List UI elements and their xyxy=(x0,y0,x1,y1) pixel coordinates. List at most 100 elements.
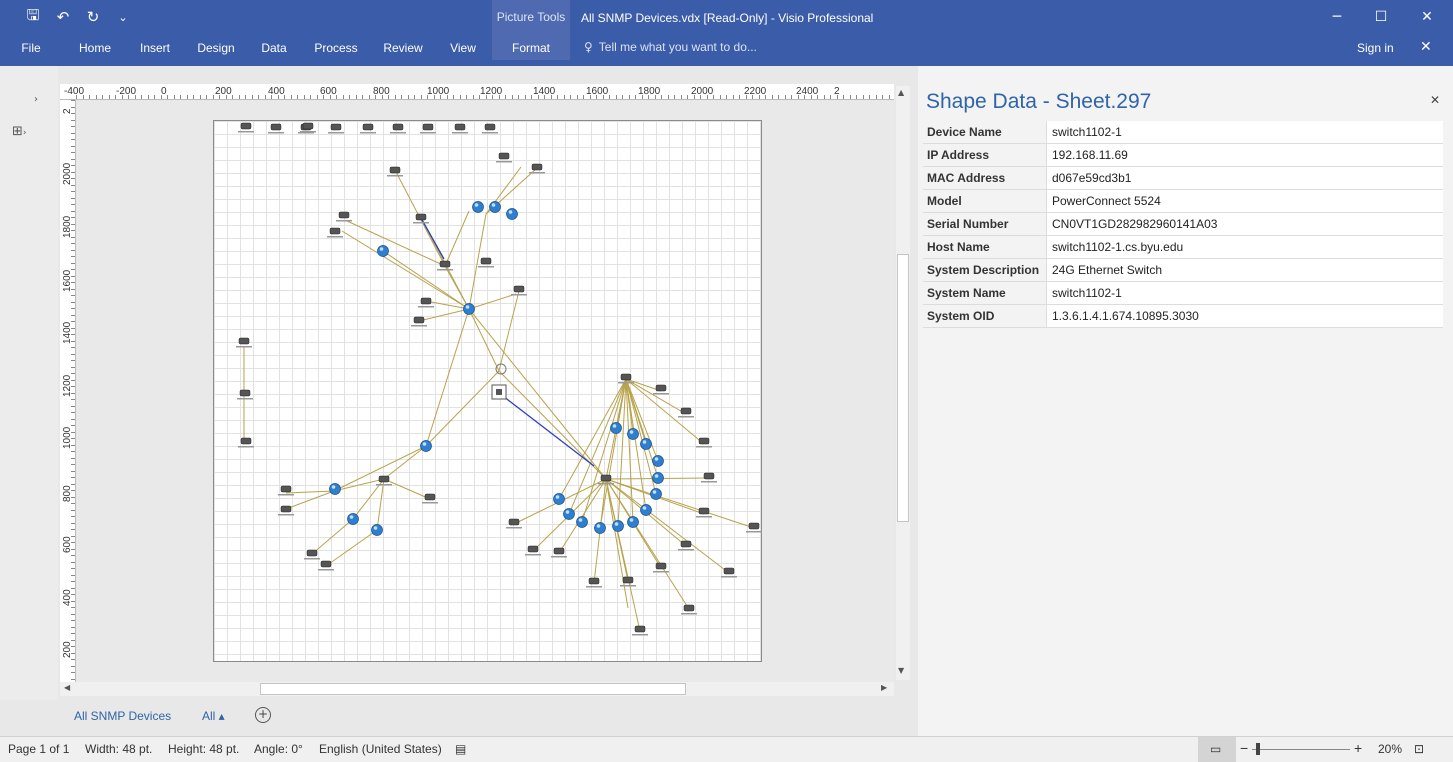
switch-node[interactable] xyxy=(600,474,612,482)
row-value[interactable]: 192.168.11.69 xyxy=(1047,144,1443,166)
network-link[interactable] xyxy=(425,370,500,447)
node-label-mark[interactable] xyxy=(618,382,634,384)
selected-link[interactable] xyxy=(498,392,595,467)
switch-node[interactable] xyxy=(415,213,427,221)
maximize-button[interactable]: ☐ xyxy=(1358,0,1404,34)
tab-design[interactable]: Design xyxy=(192,34,240,62)
switch-node[interactable] xyxy=(634,625,646,633)
drawing-canvas[interactable] xyxy=(77,101,894,686)
zoom-slider-knob[interactable] xyxy=(1256,743,1260,755)
node-label-mark[interactable] xyxy=(318,569,334,571)
router-highlight[interactable] xyxy=(629,518,634,522)
node-label-mark[interactable] xyxy=(551,556,567,558)
switch-node[interactable] xyxy=(439,260,451,268)
node-label-mark[interactable] xyxy=(696,446,712,448)
switch-node[interactable] xyxy=(723,567,735,575)
router-highlight[interactable] xyxy=(642,440,647,444)
network-link[interactable] xyxy=(285,490,335,494)
data-row[interactable]: Model PowerConnect 5524 xyxy=(923,190,1443,213)
data-row[interactable]: System Description 24G Ethernet Switch xyxy=(923,259,1443,282)
switch-node[interactable] xyxy=(622,576,634,584)
node-label-mark[interactable] xyxy=(278,494,294,496)
router-highlight[interactable] xyxy=(629,430,634,434)
switch-node[interactable] xyxy=(320,560,332,568)
switch-node[interactable] xyxy=(392,123,404,131)
data-row[interactable]: Serial Number CN0VT1GD282982960141A03 xyxy=(923,213,1443,236)
node-label-mark[interactable] xyxy=(336,220,352,222)
switch-node[interactable] xyxy=(680,540,692,548)
horizontal-scrollbar[interactable]: ◀ ▶ xyxy=(60,682,894,696)
switch-node[interactable] xyxy=(240,437,252,445)
presentation-mode-button[interactable]: ▭ xyxy=(1198,737,1236,762)
vertical-scrollbar[interactable]: ▲ ▼ xyxy=(896,86,910,680)
node-label-mark[interactable] xyxy=(653,393,669,395)
router-highlight[interactable] xyxy=(578,518,583,522)
node-label-mark[interactable] xyxy=(411,325,427,327)
switch-node[interactable] xyxy=(531,163,543,171)
node-label-mark[interactable] xyxy=(620,585,636,587)
expand-shapes-icon[interactable]: › xyxy=(34,94,38,105)
customize-qat-icon[interactable]: ⌄ xyxy=(112,6,134,28)
zoom-out-button[interactable]: − xyxy=(1240,740,1248,756)
switch-node[interactable] xyxy=(270,123,282,131)
node-label-mark[interactable] xyxy=(482,132,498,134)
switch-node[interactable] xyxy=(378,475,390,483)
switch-node[interactable] xyxy=(239,389,251,397)
zoom-in-button[interactable]: + xyxy=(1354,740,1362,756)
node-label-mark[interactable] xyxy=(746,531,762,533)
switch-node[interactable] xyxy=(330,123,342,131)
selected-link[interactable] xyxy=(420,217,445,260)
router-highlight[interactable] xyxy=(596,524,601,528)
tell-me-search[interactable]: ♀ Tell me what you want to do... xyxy=(584,40,757,54)
row-value[interactable]: CN0VT1GD282982960141A03 xyxy=(1047,213,1443,235)
router-node[interactable] xyxy=(576,516,588,528)
router-highlight[interactable] xyxy=(555,495,560,499)
close-window-button[interactable]: ✕ xyxy=(1404,0,1450,34)
node-label-mark[interactable] xyxy=(387,175,403,177)
router-node[interactable] xyxy=(640,438,652,450)
router-highlight[interactable] xyxy=(379,247,384,251)
node-label-mark[interactable] xyxy=(304,558,320,560)
switch-node[interactable] xyxy=(280,505,292,513)
router-highlight[interactable] xyxy=(331,485,336,489)
router-highlight[interactable] xyxy=(642,506,647,510)
switch-node[interactable] xyxy=(238,337,250,345)
tab-file[interactable]: File xyxy=(10,34,52,62)
router-highlight[interactable] xyxy=(465,305,470,309)
router-highlight[interactable] xyxy=(373,526,378,530)
switch-node[interactable] xyxy=(698,437,710,445)
router-node[interactable] xyxy=(594,522,606,534)
router-node[interactable] xyxy=(489,201,501,213)
node-label-mark[interactable] xyxy=(496,161,512,163)
tab-process[interactable]: Process xyxy=(308,34,364,62)
router-node[interactable] xyxy=(610,422,622,434)
node-label-mark[interactable] xyxy=(586,586,602,588)
tab-view[interactable]: View xyxy=(442,34,484,62)
tab-format[interactable]: Format xyxy=(492,34,570,60)
row-value[interactable]: switch1102-1 xyxy=(1047,121,1443,143)
switch-node[interactable] xyxy=(240,122,252,130)
save-icon[interactable]: 🖫 xyxy=(22,6,44,28)
switch-node[interactable] xyxy=(655,562,667,570)
sign-in-link[interactable]: Sign in xyxy=(1357,41,1394,55)
switch-node[interactable] xyxy=(683,604,695,612)
router-highlight[interactable] xyxy=(508,210,513,214)
switch-node[interactable] xyxy=(748,522,760,530)
network-link[interactable] xyxy=(444,210,470,267)
scroll-right-arrow[interactable]: ▶ xyxy=(881,683,887,692)
node-label-mark[interactable] xyxy=(678,549,694,551)
row-value[interactable]: switch1102-1 xyxy=(1047,282,1443,304)
router-highlight[interactable] xyxy=(654,457,659,461)
switch-node[interactable] xyxy=(362,123,374,131)
language-status[interactable]: English (United States) xyxy=(319,742,442,756)
switch-node[interactable] xyxy=(480,257,492,265)
network-link[interactable] xyxy=(425,308,470,447)
row-value[interactable]: 24G Ethernet Switch xyxy=(1047,259,1443,281)
close-panel-icon[interactable]: ✕ xyxy=(1430,93,1440,107)
router-highlight[interactable] xyxy=(654,474,659,478)
node-label-mark[interactable] xyxy=(360,132,376,134)
router-node[interactable] xyxy=(640,504,652,516)
data-row[interactable]: System Name switch1102-1 xyxy=(923,282,1443,305)
router-node[interactable] xyxy=(553,493,565,505)
router-node[interactable] xyxy=(420,440,432,452)
